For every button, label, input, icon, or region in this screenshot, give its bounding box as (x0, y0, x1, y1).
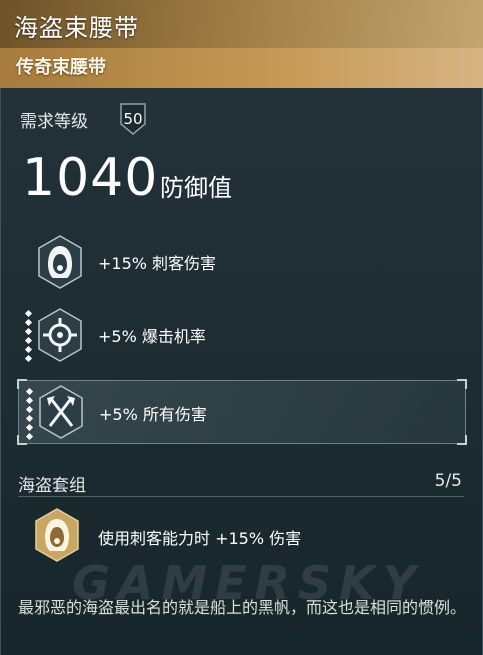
panel-border-left (0, 88, 1, 655)
stat-row-assassin-damage[interactable]: +15% 刺客伤害 (18, 232, 464, 292)
stat-text: +15% 刺客伤害 (98, 254, 217, 273)
assassin-hood-icon (36, 234, 84, 290)
diamond-markers (25, 385, 35, 441)
item-tooltip-panel: 海盗束腰带 传奇束腰带 需求等级 50 1040 防御值 +15% 刺客伤害 +… (0, 0, 483, 655)
required-level-value: 50 (123, 110, 143, 128)
defense-value: 1040 (22, 148, 159, 208)
item-header: 海盗束腰带 传奇束腰带 (0, 0, 483, 88)
item-rarity: 传奇束腰带 (16, 57, 106, 78)
corner-marker (457, 435, 467, 445)
stat-text: +5% 所有伤害 (99, 405, 207, 424)
item-name: 海盗束腰带 (14, 14, 139, 42)
level-badge: 50 (118, 102, 148, 136)
defense-label: 防御值 (160, 174, 232, 202)
assassin-hood-gold-icon (33, 507, 81, 563)
set-bonus-text: 使用刺客能力时 +15% 伤害 (98, 529, 302, 548)
stat-row-crit-chance[interactable]: +5% 爆击机率 (18, 305, 464, 365)
required-level-label: 需求等级 (20, 112, 88, 132)
crossed-axes-icon (37, 384, 85, 440)
set-count: 5/5 (434, 471, 462, 491)
corner-marker (457, 379, 467, 389)
item-description: 最邪恶的海盗最出名的就是船上的黑帆，而这也是相同的惯例。 (18, 598, 467, 617)
stat-row-all-damage[interactable]: +5% 所有伤害 (17, 379, 467, 445)
diamond-markers (24, 309, 34, 363)
set-header: 海盗套组 5/5 (18, 468, 464, 497)
stat-text: +5% 爆击机率 (98, 327, 206, 346)
crosshair-icon (36, 307, 84, 363)
set-title: 海盗套组 (18, 476, 86, 496)
